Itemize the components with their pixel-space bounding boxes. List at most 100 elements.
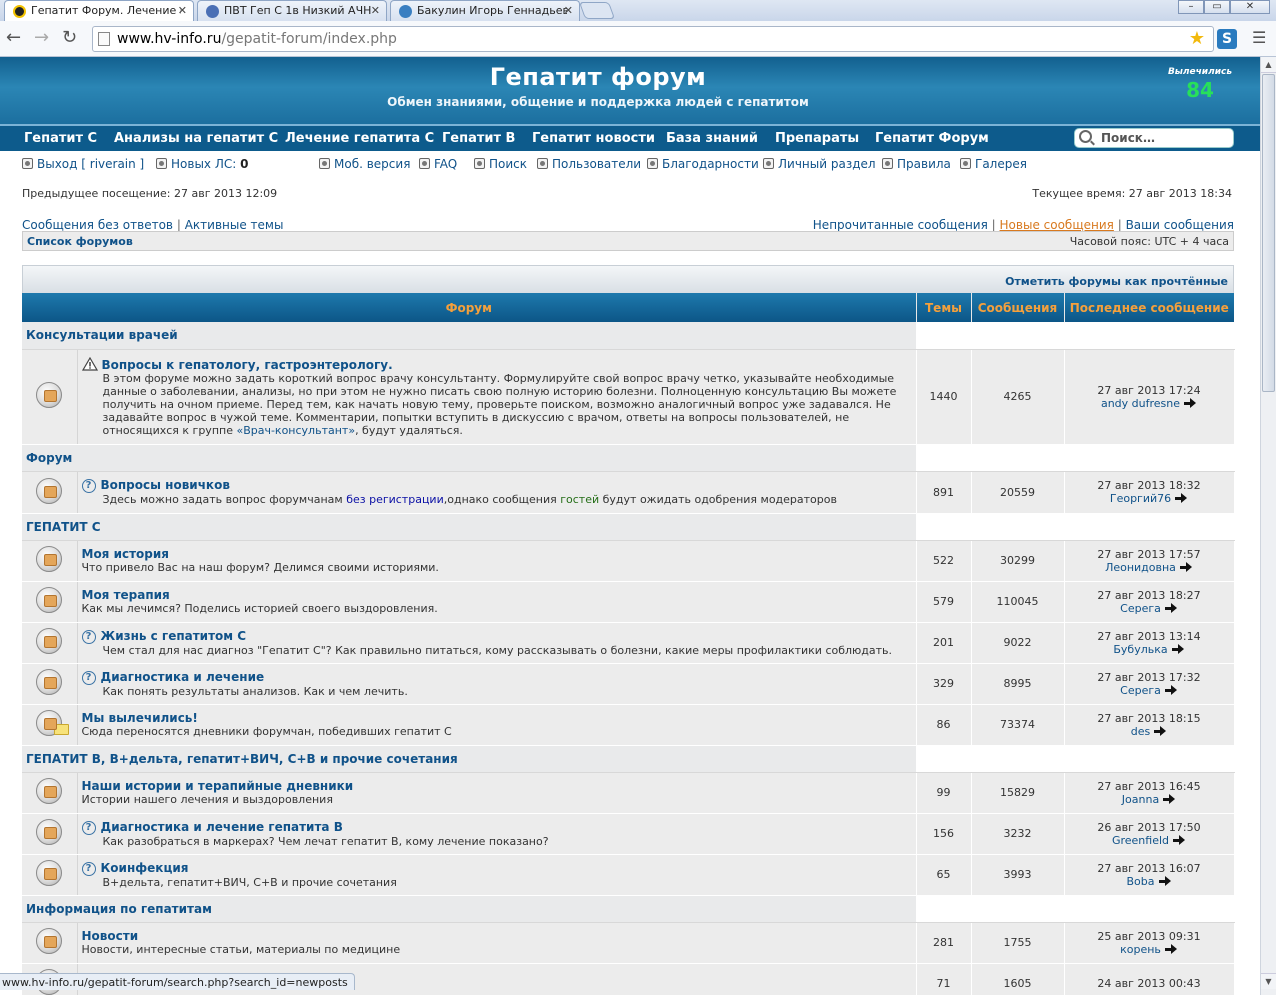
nav-knowledge[interactable]: База знаний — [666, 131, 758, 146]
category-title[interactable]: ГЕПАТИТ С — [22, 513, 916, 541]
browser-tab-3[interactable]: Бакулин Игорь Геннадьеви ✕ — [390, 0, 580, 21]
scroll-down-icon[interactable]: ▼ — [1261, 973, 1276, 989]
page-scrollbar[interactable]: ▲ ▼ — [1260, 57, 1276, 995]
forum-title-link[interactable]: Вопросы к гепатологу, гастроэнтерологу. — [102, 358, 393, 372]
wrench-menu-icon[interactable]: ☰ — [1252, 28, 1266, 47]
category-title[interactable]: Форум — [22, 444, 916, 472]
private-messages-link[interactable]: Новых ЛС: 0 — [156, 157, 248, 171]
goto-last-post-icon[interactable] — [1163, 793, 1176, 804]
nav-hepatitis-c[interactable]: Гепатит С — [24, 131, 97, 146]
forum-title-link[interactable]: Коинфекция — [101, 861, 189, 875]
tab-close-icon[interactable]: ✕ — [564, 4, 573, 17]
site-title[interactable]: Гепатит форум — [0, 63, 1196, 91]
last-post-author[interactable]: andy dufresne — [1101, 397, 1180, 410]
last-post-author[interactable]: Серега — [1120, 602, 1161, 615]
nav-hepatitis-b[interactable]: Гепатит В — [442, 131, 515, 146]
goto-last-post-icon[interactable] — [1184, 397, 1197, 408]
gallery-link[interactable]: Галерея — [960, 157, 1027, 171]
goto-last-post-icon[interactable] — [1164, 943, 1178, 954]
last-post-author[interactable]: Георгий76 — [1110, 492, 1171, 505]
forum-description: Новости, интересные статьи, материалы по… — [81, 943, 401, 956]
last-post-author[interactable]: Greenfield — [1112, 834, 1169, 847]
new-tab-button[interactable] — [578, 2, 616, 19]
forum-index-link[interactable]: Список форумов — [27, 235, 133, 248]
bookmark-star-icon[interactable]: ★ — [1189, 28, 1205, 49]
goto-last-post-icon[interactable] — [1164, 684, 1178, 695]
new-posts-link[interactable]: Новые сообщения — [1000, 218, 1114, 232]
last-post-author[interactable]: Серега — [1120, 684, 1161, 697]
category-row: Форум — [22, 444, 1234, 472]
active-topics-link[interactable]: Активные темы — [185, 218, 284, 232]
thanks-link[interactable]: Благодарности — [647, 157, 759, 171]
logout-link[interactable]: Выход [ riverain ] — [22, 157, 144, 171]
close-window-button[interactable]: ✕ — [1230, 0, 1270, 14]
goto-last-post-icon[interactable] — [1175, 493, 1188, 503]
site-header: Гепатит форум Обмен знаниями, общение и … — [0, 57, 1260, 124]
tab-close-icon[interactable]: ✕ — [371, 4, 380, 17]
forum-title-link[interactable]: Моя терапия — [82, 588, 170, 602]
mobile-label: Моб. версия — [334, 157, 411, 171]
forum-title-link[interactable]: Диагностика и лечение — [101, 670, 265, 684]
search-link[interactable]: Поиск — [474, 157, 527, 171]
goto-last-post-icon[interactable] — [1154, 725, 1167, 736]
goto-last-post-icon[interactable] — [1158, 875, 1172, 886]
goto-last-post-icon[interactable] — [1173, 834, 1186, 845]
no-registration-link[interactable]: без регистрации — [346, 493, 444, 506]
browser-tab-1[interactable]: Гепатит Форум. Лечение ге ✕ — [4, 0, 194, 21]
rules-link[interactable]: Правила — [882, 157, 951, 171]
last-post-author[interactable]: Boba — [1127, 875, 1155, 888]
category-title[interactable]: Консультации врачей — [22, 322, 916, 350]
doctor-group-link[interactable]: «Врач-консультант» — [236, 424, 355, 437]
back-arrow-icon[interactable]: ← — [6, 29, 21, 47]
goto-last-post-icon[interactable] — [1179, 561, 1193, 572]
maximize-button[interactable]: ▭ — [1204, 0, 1230, 14]
scroll-thumb[interactable] — [1262, 74, 1275, 392]
forum-description: Как мы лечимся? Поделись историей своего… — [81, 602, 438, 615]
extension-s-icon[interactable]: S — [1217, 29, 1237, 49]
minimize-button[interactable]: – — [1178, 0, 1204, 14]
category-title[interactable]: ГЕПАТИТ В, В+дельта, гепатит+ВИЧ, С+В и … — [22, 745, 916, 773]
last-post-author[interactable]: des — [1131, 725, 1150, 738]
forum-title-link[interactable]: Моя история — [82, 547, 170, 561]
address-bar[interactable]: www.hv-info.ru/gepatit-forum/index.php ★ — [92, 26, 1214, 52]
forum-title-link[interactable]: Вопросы новичков — [101, 478, 230, 492]
main-nav: Гепатит С Анализы на гепатит С Лечение г… — [0, 124, 1260, 151]
search-input[interactable] — [1099, 130, 1229, 146]
nav-treatment[interactable]: Лечение гепатита С — [285, 131, 434, 146]
mobile-link[interactable]: Моб. версия — [319, 157, 410, 171]
faq-link[interactable]: FAQ — [419, 157, 457, 171]
personal-link[interactable]: Личный раздел — [763, 157, 876, 171]
forum-title-link[interactable]: Диагностика и лечение гепатита В — [101, 820, 343, 834]
forum-row: Наши истории и терапийные дневники Истори… — [22, 772, 1235, 814]
tab-close-icon[interactable]: ✕ — [178, 4, 187, 17]
nav-forum[interactable]: Гепатит Форум — [875, 131, 989, 146]
nav-tests[interactable]: Анализы на гепатит С — [114, 131, 278, 146]
browser-tab-2[interactable]: ПВТ Геп С 1в Низкий АЧН и ✕ — [197, 0, 387, 21]
unread-link[interactable]: Непрочитанные сообщения — [813, 218, 988, 232]
members-link[interactable]: Пользователи — [537, 157, 641, 171]
last-post-author[interactable]: Joanna — [1122, 793, 1159, 806]
forum-row: ? Жизнь с гепатитом С Чем стал для нас диа… — [22, 622, 1235, 664]
mark-forums-read-link[interactable]: Отметить форумы как прочтённые — [1005, 275, 1228, 288]
nav-drugs[interactable]: Препараты — [775, 131, 859, 146]
goto-last-post-icon[interactable] — [1164, 602, 1178, 613]
reload-icon[interactable]: ↻ — [62, 29, 77, 47]
nav-news[interactable]: Гепатит новости — [532, 131, 655, 146]
forum-info: ? Вопросы новичков Здесь можно задать вопр… — [77, 471, 917, 514]
last-post-author[interactable]: Леонидовна — [1105, 561, 1176, 574]
scroll-up-icon[interactable]: ▲ — [1261, 57, 1276, 73]
gallery-icon — [960, 158, 971, 169]
unanswered-link[interactable]: Сообщения без ответов — [22, 218, 173, 232]
warning-icon — [81, 356, 98, 371]
forum-title-link[interactable]: Мы вылечились! — [82, 711, 198, 725]
last-post-author[interactable]: Бубулька — [1113, 643, 1167, 656]
goto-last-post-icon[interactable] — [1171, 643, 1185, 654]
category-title[interactable]: Информация по гепатитам — [22, 895, 916, 923]
guests-link[interactable]: гостей — [560, 493, 599, 506]
forward-arrow-icon[interactable]: → — [34, 29, 49, 47]
forum-title-link[interactable]: Наши истории и терапийные дневники — [82, 779, 354, 793]
forum-title-link[interactable]: Новости — [82, 929, 139, 943]
forum-title-link[interactable]: Жизнь с гепатитом С — [101, 629, 247, 643]
last-post-author[interactable]: корень — [1120, 943, 1161, 956]
your-posts-link[interactable]: Ваши сообщения — [1126, 218, 1234, 232]
